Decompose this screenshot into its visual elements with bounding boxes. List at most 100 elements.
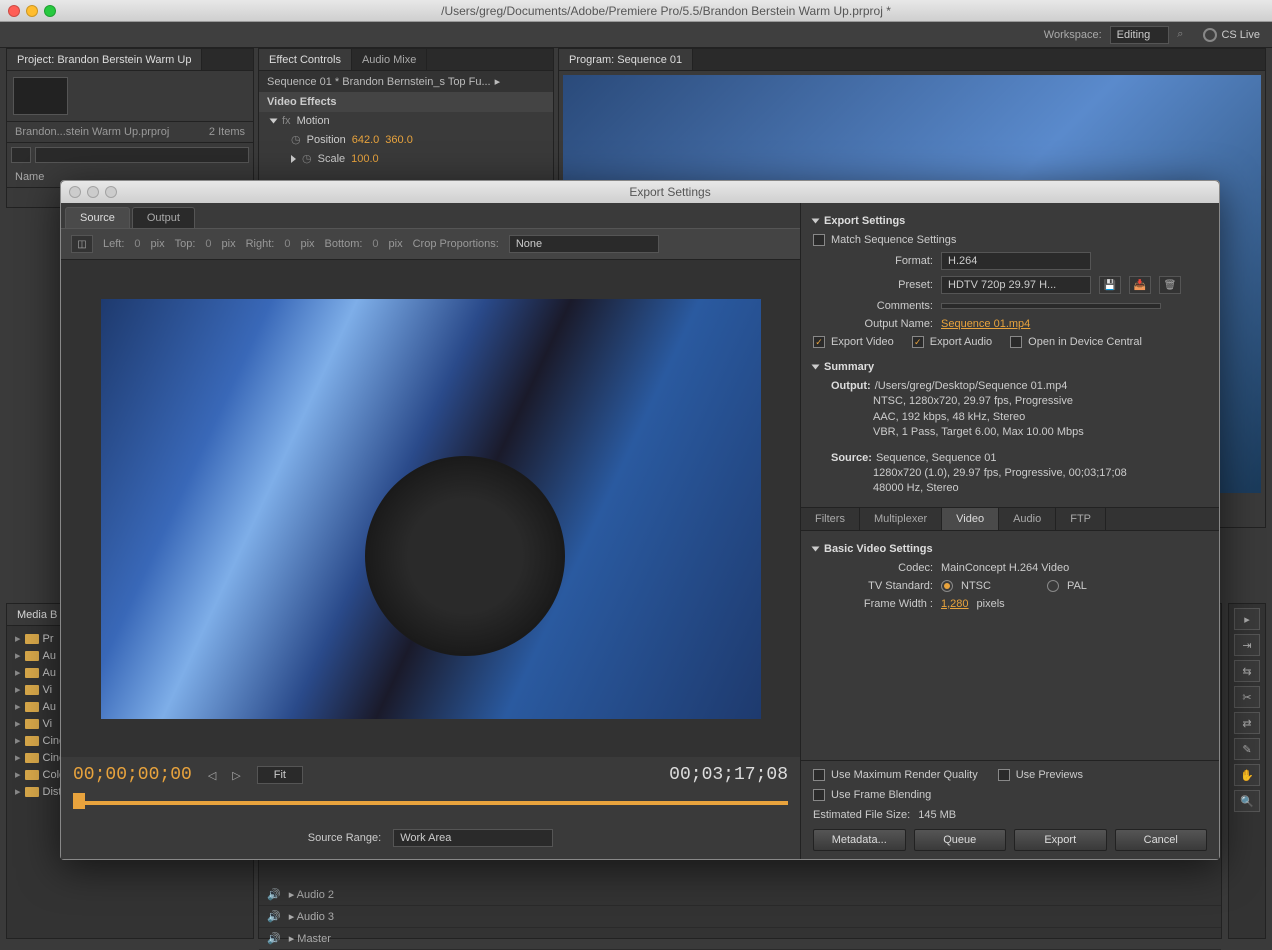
format-select[interactable]: H.264 (941, 252, 1091, 270)
queue-button[interactable]: Queue (914, 829, 1007, 851)
fit-select[interactable]: Fit (257, 766, 303, 784)
disclosure-icon[interactable] (812, 546, 820, 551)
use-previews-checkbox[interactable] (998, 769, 1010, 781)
save-preset-icon[interactable]: 💾 (1099, 276, 1121, 294)
export-settings-pane: Export Settings Match Sequence Settings … (801, 203, 1219, 859)
hand-tool-icon[interactable]: ✋ (1234, 764, 1260, 786)
summary-source: Source:Sequence, Sequence 01 1280x720 (1… (813, 449, 1207, 499)
chevron-right-icon[interactable]: ▸ (495, 75, 501, 88)
project-tab[interactable]: Project: Brandon Berstein Warm Up (7, 49, 202, 70)
open-device-central-checkbox[interactable] (1010, 336, 1022, 348)
pen-tool-icon[interactable]: ✎ (1234, 738, 1260, 760)
razor-tool-icon[interactable]: ✂ (1234, 686, 1260, 708)
workspace-select[interactable]: Editing (1110, 26, 1170, 44)
export-preview-image[interactable] (101, 299, 761, 719)
timeline-track[interactable]: 🔊▸ Audio 3 (259, 906, 1221, 928)
folder-icon (25, 719, 39, 729)
basic-video-settings-header: Basic Video Settings (824, 543, 933, 555)
source-range-label: Source Range: (308, 832, 381, 844)
minimize-icon (87, 186, 99, 198)
timeline-track[interactable]: 🔊▸ Audio 2 (259, 884, 1221, 906)
minimize-window-icon[interactable] (26, 5, 38, 17)
program-tab[interactable]: Program: Sequence 01 (559, 49, 693, 70)
export-button[interactable]: Export (1014, 829, 1107, 851)
effect-controls-tab[interactable]: Effect Controls (259, 49, 352, 70)
cs-live-button[interactable]: CS Live (1203, 28, 1260, 42)
close-icon[interactable] (69, 186, 81, 198)
crop-icon[interactable]: ◫ (71, 235, 93, 253)
speaker-icon[interactable]: 🔊 (267, 910, 281, 923)
zoom-tool-icon[interactable]: 🔍 (1234, 790, 1260, 812)
folder-icon (25, 685, 39, 695)
folder-icon (25, 753, 39, 763)
output-name-link[interactable]: Sequence 01.mp4 (941, 318, 1030, 330)
preset-select[interactable]: HDTV 720p 29.97 H... (941, 276, 1091, 294)
zoom-window-icon[interactable] (44, 5, 56, 17)
source-range-select[interactable]: Work Area (393, 829, 553, 847)
scale-label: Scale (318, 153, 346, 165)
disclosure-icon[interactable] (291, 155, 296, 163)
import-preset-icon[interactable]: 📥 (1129, 276, 1151, 294)
project-thumbnail[interactable] (13, 77, 68, 115)
position-label: Position (307, 134, 346, 146)
codec-value: MainConcept H.264 Video (941, 562, 1069, 574)
search-icon[interactable]: ⌕ (1177, 28, 1183, 41)
search-icon[interactable] (11, 147, 31, 163)
stopwatch-icon[interactable]: ◷ (302, 152, 312, 165)
frame-blending-checkbox[interactable] (813, 789, 825, 801)
frame-width-value[interactable]: 1,280 (941, 598, 969, 610)
pal-radio[interactable] (1047, 580, 1059, 592)
max-render-quality-checkbox[interactable] (813, 769, 825, 781)
motion-effect[interactable]: Motion (297, 115, 330, 127)
crop-bar: ◫ Left:0pix Top:0pix Right:0pix Bottom:0… (61, 228, 800, 260)
export-dialog-title: Export Settings (129, 185, 1211, 199)
ntsc-radio[interactable] (941, 580, 953, 592)
ripple-edit-icon[interactable]: ⇆ (1234, 660, 1260, 682)
crop-proportions-select[interactable]: None (509, 235, 659, 253)
speaker-icon[interactable]: 🔊 (267, 932, 281, 945)
filters-subtab[interactable]: Filters (801, 508, 860, 530)
audio-subtab[interactable]: Audio (999, 508, 1056, 530)
disclosure-icon[interactable] (812, 219, 820, 224)
document-title: /Users/greg/Documents/Adobe/Premiere Pro… (68, 4, 1264, 18)
multiplexer-subtab[interactable]: Multiplexer (860, 508, 942, 530)
set-in-icon[interactable]: ◁ (208, 769, 216, 782)
slip-tool-icon[interactable]: ⇄ (1234, 712, 1260, 734)
folder-icon (25, 634, 39, 644)
playhead-marker-icon[interactable] (73, 793, 85, 809)
export-titlebar[interactable]: Export Settings (61, 181, 1219, 203)
output-tab[interactable]: Output (132, 207, 195, 228)
video-subtab[interactable]: Video (942, 508, 999, 530)
close-window-icon[interactable] (8, 5, 20, 17)
ftp-subtab[interactable]: FTP (1056, 508, 1106, 530)
playhead-scrubber[interactable] (73, 793, 788, 813)
export-settings-dialog: Export Settings Source Output ◫ Left:0pi… (60, 180, 1220, 860)
export-video-checkbox[interactable] (813, 336, 825, 348)
position-y[interactable]: 360.0 (385, 134, 413, 146)
source-tab[interactable]: Source (65, 207, 130, 228)
traffic-lights (8, 5, 56, 17)
timeline-track[interactable]: 🔊▸ Master (259, 928, 1221, 950)
match-sequence-checkbox[interactable] (813, 234, 825, 246)
cancel-button[interactable]: Cancel (1115, 829, 1208, 851)
project-item-count: 2 Items (209, 126, 245, 138)
filter-field[interactable] (35, 147, 249, 163)
comments-input[interactable] (941, 303, 1161, 309)
in-timecode[interactable]: 00;00;00;00 (73, 765, 192, 785)
summary-header: Summary (824, 361, 874, 373)
audio-mixer-tab[interactable]: Audio Mixe (352, 49, 427, 70)
project-filename: Brandon...stein Warm Up.prproj (15, 126, 169, 138)
disclosure-icon[interactable] (812, 365, 820, 370)
delete-preset-icon[interactable]: 🗑 (1159, 276, 1181, 294)
set-out-icon[interactable]: ▷ (232, 769, 240, 782)
metadata-button[interactable]: Metadata... (813, 829, 906, 851)
selection-tool-icon[interactable]: ▸ (1234, 608, 1260, 630)
stopwatch-icon[interactable]: ◷ (291, 133, 301, 146)
position-x[interactable]: 642.0 (352, 134, 380, 146)
folder-icon (25, 651, 39, 661)
speaker-icon[interactable]: 🔊 (267, 888, 281, 901)
scale-value[interactable]: 100.0 (351, 153, 379, 165)
disclosure-icon[interactable] (270, 119, 278, 124)
export-audio-checkbox[interactable] (912, 336, 924, 348)
track-select-icon[interactable]: ⇥ (1234, 634, 1260, 656)
